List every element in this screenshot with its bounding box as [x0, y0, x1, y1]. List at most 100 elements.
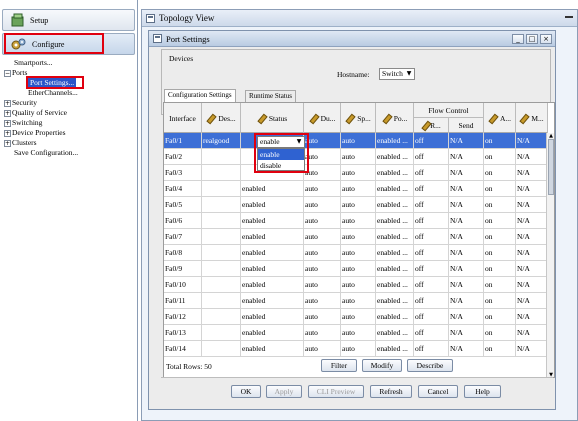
- cell-m[interactable]: N/A: [516, 245, 548, 261]
- cell-speed[interactable]: auto: [341, 213, 376, 229]
- table-row[interactable]: Fa0/3 auto auto enabled ... off N/A on N/A: [164, 165, 548, 181]
- cell-speed[interactable]: auto: [341, 325, 376, 341]
- cell-description[interactable]: [202, 309, 241, 325]
- cell-duplex[interactable]: auto: [304, 133, 341, 149]
- filter-button[interactable]: Filter: [321, 359, 357, 372]
- cell-receive[interactable]: off: [414, 181, 449, 197]
- tree-item[interactable]: + Device Properties: [4, 128, 136, 138]
- cell-send[interactable]: N/A: [449, 181, 484, 197]
- table-row[interactable]: Fa0/9 enabled auto auto enabled ... off N/A on N…: [164, 261, 548, 277]
- cell-send[interactable]: N/A: [449, 245, 484, 261]
- cell-m[interactable]: N/A: [516, 133, 548, 149]
- table-row[interactable]: Fa0/1 realgood auto auto enabled ... off N/A on…: [164, 133, 548, 149]
- cli-preview-button[interactable]: CLI Preview: [308, 385, 364, 398]
- col-header-m[interactable]: M...: [516, 103, 548, 133]
- ok-button[interactable]: OK: [231, 385, 261, 398]
- cell-receive[interactable]: off: [414, 341, 449, 357]
- cell-duplex[interactable]: auto: [304, 165, 341, 181]
- cell-duplex[interactable]: auto: [304, 341, 341, 357]
- cell-status[interactable]: enabled: [241, 309, 304, 325]
- cell-receive[interactable]: off: [414, 197, 449, 213]
- cell-m[interactable]: N/A: [516, 261, 548, 277]
- col-header-flow-receive[interactable]: R...: [414, 118, 449, 133]
- minimize-icon[interactable]: _: [512, 34, 524, 44]
- cell-a[interactable]: on: [484, 293, 516, 309]
- tree-item[interactable]: Smartports...: [4, 58, 136, 68]
- tree-item[interactable]: Save Configuration...: [4, 148, 136, 158]
- tree-item[interactable]: + Security: [4, 98, 136, 108]
- cell-receive[interactable]: off: [414, 213, 449, 229]
- refresh-button[interactable]: Refresh: [370, 385, 412, 398]
- cell-a[interactable]: on: [484, 325, 516, 341]
- cell-speed[interactable]: auto: [341, 229, 376, 245]
- cell-m[interactable]: N/A: [516, 277, 548, 293]
- cell-status[interactable]: enabled: [241, 293, 304, 309]
- cell-send[interactable]: N/A: [449, 261, 484, 277]
- expand-icon[interactable]: +: [4, 139, 11, 147]
- col-header-speed[interactable]: Sp...: [341, 103, 376, 133]
- cell-send[interactable]: N/A: [449, 341, 484, 357]
- cell-description[interactable]: [202, 197, 241, 213]
- cell-speed[interactable]: auto: [341, 197, 376, 213]
- cell-interface[interactable]: Fa0/14: [164, 341, 202, 357]
- hostname-select[interactable]: Switch ▼: [379, 68, 415, 80]
- status-option-enable[interactable]: enable: [258, 149, 304, 160]
- cell-status[interactable]: enabled: [241, 277, 304, 293]
- expand-icon[interactable]: +: [4, 119, 11, 127]
- modify-button[interactable]: Modify: [362, 359, 402, 372]
- cell-receive[interactable]: off: [414, 229, 449, 245]
- cell-m[interactable]: N/A: [516, 149, 548, 165]
- cell-send[interactable]: N/A: [449, 213, 484, 229]
- col-header-duplex[interactable]: Du...: [304, 103, 341, 133]
- cell-speed[interactable]: auto: [341, 165, 376, 181]
- cell-port[interactable]: enabled ...: [376, 181, 414, 197]
- cell-duplex[interactable]: auto: [304, 149, 341, 165]
- cell-send[interactable]: N/A: [449, 133, 484, 149]
- cell-receive[interactable]: off: [414, 133, 449, 149]
- cell-send[interactable]: N/A: [449, 293, 484, 309]
- cell-duplex[interactable]: auto: [304, 197, 341, 213]
- cell-description[interactable]: realgood: [202, 133, 241, 149]
- cell-receive[interactable]: off: [414, 325, 449, 341]
- cell-a[interactable]: on: [484, 229, 516, 245]
- cancel-button[interactable]: Cancel: [418, 385, 458, 398]
- cell-receive[interactable]: off: [414, 309, 449, 325]
- cell-duplex[interactable]: auto: [304, 325, 341, 341]
- cell-m[interactable]: N/A: [516, 341, 548, 357]
- tree-item[interactable]: − Ports: [4, 68, 136, 78]
- cell-duplex[interactable]: auto: [304, 229, 341, 245]
- cell-interface[interactable]: Fa0/12: [164, 309, 202, 325]
- cell-interface[interactable]: Fa0/7: [164, 229, 202, 245]
- tab-runtime-status[interactable]: Runtime Status: [245, 90, 296, 102]
- cell-interface[interactable]: Fa0/2: [164, 149, 202, 165]
- cell-port[interactable]: enabled ...: [376, 261, 414, 277]
- cell-receive[interactable]: off: [414, 261, 449, 277]
- cell-description[interactable]: [202, 293, 241, 309]
- col-header-a[interactable]: A...: [484, 103, 516, 133]
- cell-status[interactable]: enabled: [241, 261, 304, 277]
- cell-m[interactable]: N/A: [516, 309, 548, 325]
- tree-item[interactable]: + Switching: [4, 118, 136, 128]
- cell-description[interactable]: [202, 149, 241, 165]
- cell-speed[interactable]: auto: [341, 293, 376, 309]
- cell-a[interactable]: on: [484, 149, 516, 165]
- cell-speed[interactable]: auto: [341, 245, 376, 261]
- cell-a[interactable]: on: [484, 341, 516, 357]
- cell-description[interactable]: [202, 245, 241, 261]
- cell-port[interactable]: enabled ...: [376, 197, 414, 213]
- table-row[interactable]: Fa0/4 enabled auto auto enabled ... off N/A on N…: [164, 181, 548, 197]
- table-row[interactable]: Fa0/12 enabled auto auto enabled ... off N/A on…: [164, 309, 548, 325]
- cell-m[interactable]: N/A: [516, 181, 548, 197]
- cell-send[interactable]: N/A: [449, 309, 484, 325]
- cell-port[interactable]: enabled ...: [376, 277, 414, 293]
- cell-receive[interactable]: off: [414, 165, 449, 181]
- table-row[interactable]: Fa0/2 auto auto enabled ... off N/A on N/A: [164, 149, 548, 165]
- table-row[interactable]: Fa0/10 enabled auto auto enabled ... off N/A on…: [164, 277, 548, 293]
- scrollbar-thumb[interactable]: [548, 139, 554, 195]
- cell-interface[interactable]: Fa0/11: [164, 293, 202, 309]
- col-header-flow-send[interactable]: Send: [449, 118, 484, 133]
- cell-send[interactable]: N/A: [449, 197, 484, 213]
- cell-m[interactable]: N/A: [516, 229, 548, 245]
- apply-button[interactable]: Apply: [266, 385, 302, 398]
- cell-m[interactable]: N/A: [516, 325, 548, 341]
